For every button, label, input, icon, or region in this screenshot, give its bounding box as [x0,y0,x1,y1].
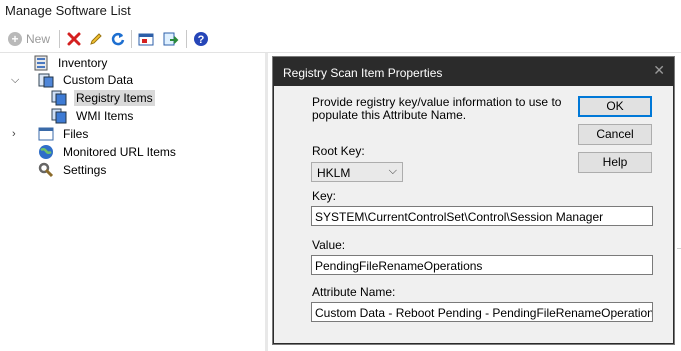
root-key-select[interactable]: HKLM ⌵ [311,162,403,182]
export-button[interactable] [138,29,156,49]
tree-item-wmi-items[interactable]: WMI Items [51,107,135,125]
value-input[interactable]: PendingFileRenameOperations [311,255,653,275]
globe-icon [38,144,54,160]
delete-button[interactable] [66,29,82,49]
wmi-icon [51,108,67,124]
cancel-button[interactable]: Cancel [578,124,652,145]
tree-item-label: WMI Items [76,109,134,123]
tree-item-label: Inventory [58,56,108,70]
value-label: Value: [312,238,346,252]
tree-item-label: Settings [63,163,107,177]
tree-item-label: Files [63,127,89,141]
root-key-label: Root Key: [312,144,365,158]
dialog-instructions: Provide registry key/value information t… [312,95,562,122]
toolbar-separator [59,30,60,48]
dialog-title-bar[interactable]: Registry Scan Item Properties ✕ [274,58,673,86]
import-button[interactable] [162,29,180,49]
toolbar-separator [131,30,132,48]
settings-icon [38,162,54,178]
registry-icon [51,90,67,106]
delete-icon [67,32,81,46]
svg-text:?: ? [198,34,205,46]
attribute-name-label: Attribute Name: [312,285,396,299]
new-button[interactable]: + New [8,29,50,49]
refresh-icon [111,32,125,46]
new-label: New [26,32,51,46]
window-title: Manage Software List [5,3,131,18]
chevron-right-icon[interactable]: › [12,128,16,140]
folder-icon [38,126,54,142]
tree-item-registry-items[interactable]: Registry Items [51,89,155,107]
edit-icon [90,33,102,45]
tree-item-label: Registry Items [74,90,155,106]
export-icon [138,33,154,46]
tree-item-label: Monitored URL Items [63,145,176,159]
tree-item-monitored-url[interactable]: Monitored URL Items [38,143,178,161]
toolbar-separator [186,30,187,48]
tree-item-custom-data[interactable]: Custom Data [38,71,135,89]
toolbar: + New ? [0,26,681,52]
tree-item-settings[interactable]: Settings [38,161,108,179]
inventory-icon [33,55,49,71]
close-icon[interactable]: ✕ [653,62,665,79]
dialog-body: Provide registry key/value information t… [281,86,666,338]
help-button[interactable]: ? [193,29,209,49]
help-button-dialog[interactable]: Help [578,152,652,173]
registry-scan-dialog: Registry Scan Item Properties ✕ Provide … [273,57,674,344]
chevron-down-icon[interactable]: ⌵ [11,74,19,87]
edit-button[interactable] [88,29,104,49]
custom-data-icon [38,72,54,88]
navigation-tree: Inventory ⌵ Custom Data Registry Items W… [0,53,265,351]
tree-item-inventory[interactable]: Inventory [33,54,109,72]
root-key-value: HKLM [317,166,351,180]
help-icon: ? [194,32,208,46]
import-icon [163,32,179,46]
attribute-name-input[interactable]: Custom Data - Reboot Pending - PendingFi… [311,302,653,322]
refresh-button[interactable] [110,29,126,49]
content-pane-row-divider [677,248,681,249]
key-label: Key: [312,189,337,203]
chevron-down-icon: ⌵ [388,165,397,177]
dialog-title: Registry Scan Item Properties [283,66,443,80]
key-input[interactable]: SYSTEM\CurrentControlSet\Control\Session… [311,206,653,226]
tree-item-label: Custom Data [63,73,134,87]
add-icon: + [8,32,22,46]
ok-button[interactable]: OK [578,96,652,117]
tree-item-files[interactable]: Files [38,125,90,143]
